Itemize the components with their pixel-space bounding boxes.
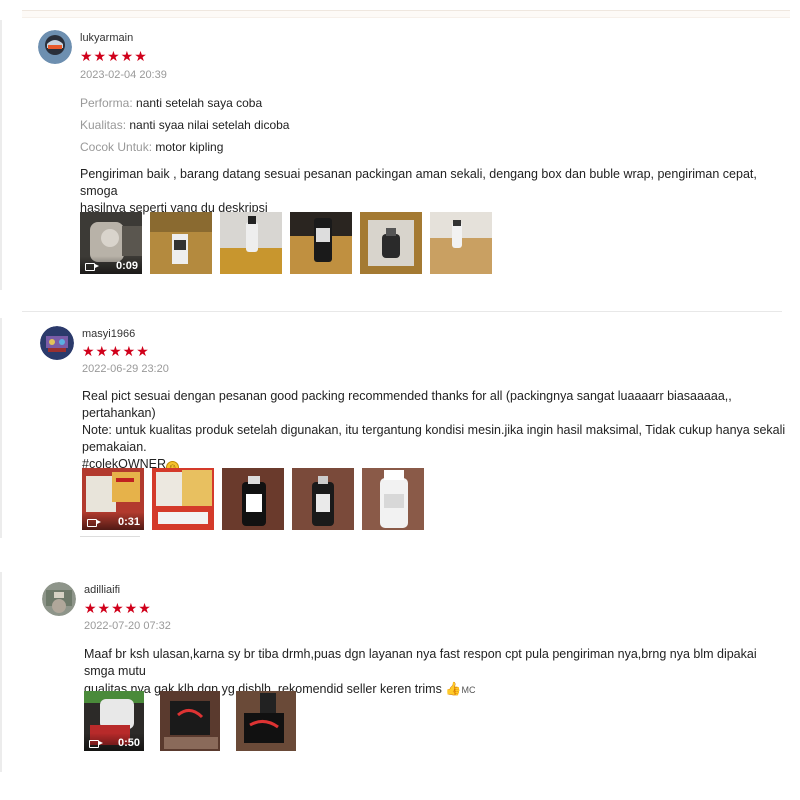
star-rating: ★★★★★ [80, 48, 148, 64]
review-body-line: Real pict sesuai dengan pesanan good pac… [82, 389, 732, 420]
review-body: Pengiriman baik , barang datang sesuai p… [80, 166, 780, 217]
review-left-border [0, 572, 2, 772]
reviewer-username[interactable]: lukyarmain [80, 32, 133, 44]
attribute-key: Performa: [80, 96, 133, 110]
emoji-suffix: MC [461, 685, 476, 695]
video-icon [87, 519, 101, 527]
video-duration: 0:31 [117, 516, 140, 528]
photo-thumbnail[interactable] [222, 468, 284, 530]
review-divider [80, 536, 140, 537]
photo-thumbnail[interactable] [220, 212, 282, 274]
star-rating: ★★★★★ [84, 600, 152, 616]
star-rating: ★★★★★ [82, 343, 150, 359]
photo-thumbnail[interactable] [160, 691, 220, 751]
video-thumbnail[interactable]: 0:09 [80, 212, 142, 274]
review-left-border [0, 20, 2, 290]
review-timestamp: 2022-06-29 23:20 [82, 363, 169, 375]
review-card: masyi1966 ★★★★★ 2022-06-29 23:20 Real pi… [0, 318, 800, 538]
attribute-kualitas: Kualitas: nanti syaa nilai setelah dicob… [80, 118, 289, 132]
photo-thumbnail[interactable] [292, 468, 354, 530]
video-duration: 0:09 [115, 260, 138, 272]
photo-thumbnail[interactable] [290, 212, 352, 274]
photo-thumbnail[interactable] [430, 212, 492, 274]
photo-thumbnail[interactable] [152, 468, 214, 530]
attribute-value: nanti setelah saya coba [136, 96, 263, 110]
review-left-border [0, 318, 2, 538]
review-timestamp: 2022-07-20 07:32 [84, 620, 171, 632]
attribute-cocok-untuk: Cocok Untuk: motor kipling [80, 140, 223, 154]
review-card: adilliaifi ★★★★★ 2022-07-20 07:32 Maaf b… [0, 572, 800, 772]
photo-thumbnail[interactable] [362, 468, 424, 530]
video-duration: 0:50 [117, 737, 140, 749]
attribute-key: Kualitas: [80, 118, 127, 132]
media-gallery: 0:09 [80, 212, 492, 274]
avatar[interactable] [40, 326, 74, 360]
video-thumbnail[interactable]: 0:50 [84, 691, 144, 751]
review-card: lukyarmain ★★★★★ 2023-02-04 20:39 Perfor… [0, 20, 800, 290]
media-gallery: 0:31 [82, 468, 424, 530]
review-body-line: Note: untuk kualitas produk setelah digu… [82, 423, 786, 437]
thumbs-up-icon: 👍 [445, 681, 462, 696]
reviewer-username[interactable]: masyi1966 [82, 328, 135, 340]
reviewer-username[interactable]: adilliaifi [84, 584, 120, 596]
review-body-line: pemakaian. [82, 440, 147, 454]
review-body: Real pict sesuai dengan pesanan good pac… [82, 388, 787, 474]
media-gallery: 0:50 [84, 691, 296, 751]
review-body-line: Maaf br ksh ulasan,karna sy br tiba drmh… [84, 647, 757, 678]
photo-thumbnail[interactable] [236, 691, 296, 751]
attribute-performa: Performa: nanti setelah saya coba [80, 96, 262, 110]
avatar[interactable] [38, 30, 72, 64]
avatar[interactable] [42, 582, 76, 616]
review-body-line: Pengiriman baik , barang datang sesuai p… [80, 167, 757, 198]
photo-thumbnail[interactable] [360, 212, 422, 274]
attribute-value: motor kipling [155, 140, 224, 154]
attribute-value: nanti syaa nilai setelah dicoba [129, 118, 290, 132]
top-divider [22, 10, 790, 18]
photo-thumbnail[interactable] [150, 212, 212, 274]
review-divider [22, 311, 782, 312]
video-icon [89, 740, 103, 748]
attribute-key: Cocok Untuk: [80, 140, 153, 154]
video-icon [85, 263, 99, 271]
review-timestamp: 2023-02-04 20:39 [80, 69, 167, 81]
video-thumbnail[interactable]: 0:31 [82, 468, 144, 530]
